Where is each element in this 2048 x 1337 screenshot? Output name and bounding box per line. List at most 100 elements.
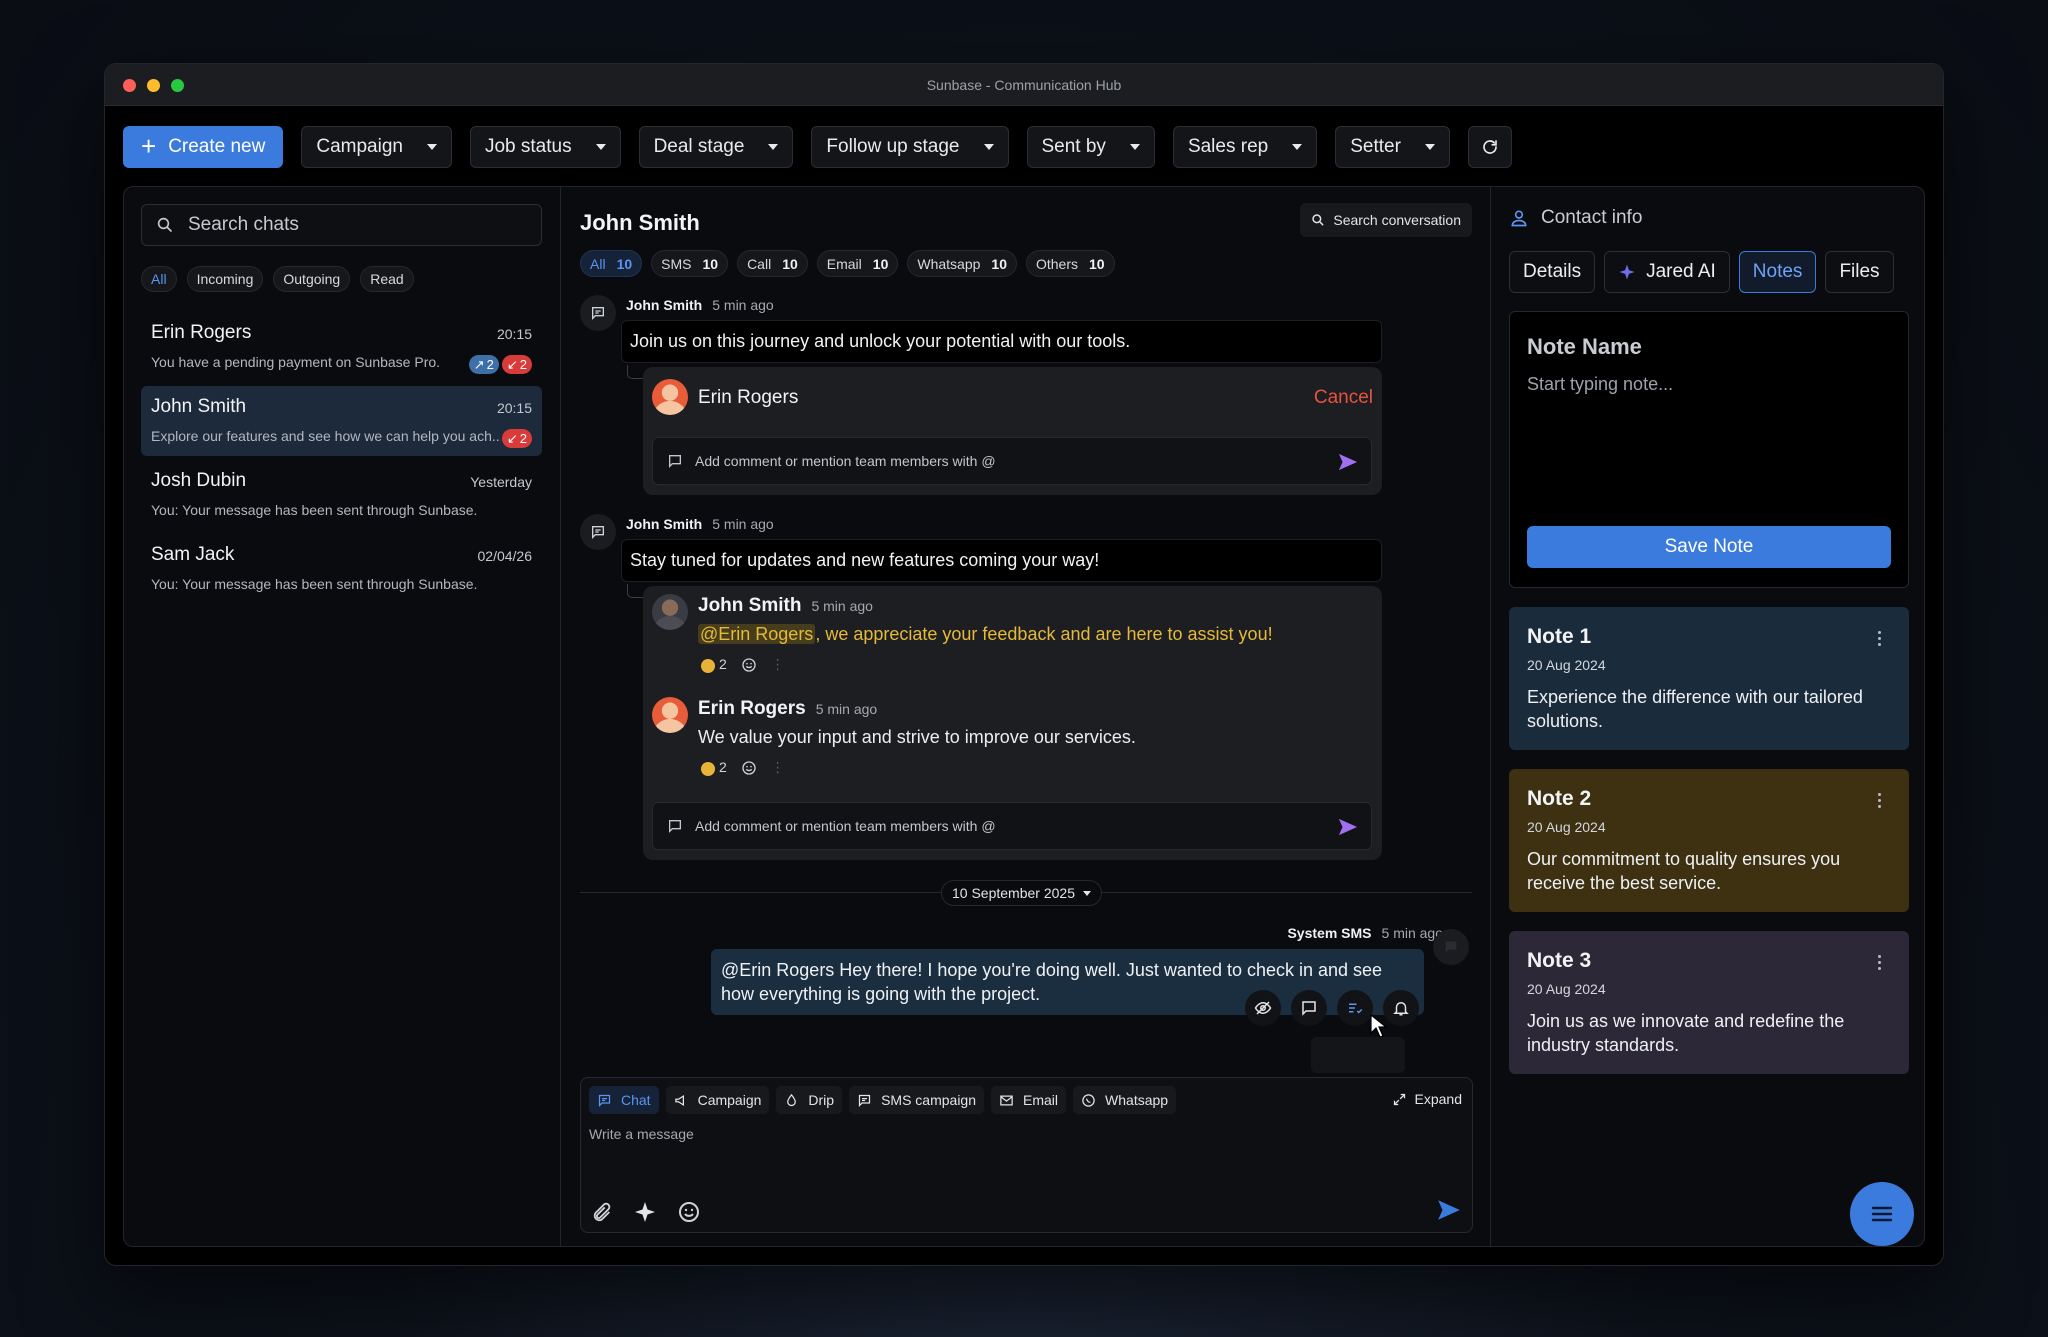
menu-fab-button[interactable]: [1850, 1182, 1914, 1246]
setter-dropdown[interactable]: Setter: [1335, 126, 1450, 168]
reply-text: We value your input and strive to improv…: [698, 727, 1136, 747]
composer-tab-chat[interactable]: Chat: [589, 1086, 659, 1114]
expand-label: Expand: [1414, 1091, 1462, 1107]
caret-down-icon: [1292, 144, 1303, 150]
emoji-icon: [701, 761, 715, 776]
thread-connector: [627, 365, 643, 379]
paperclip-icon[interactable]: [591, 1201, 613, 1223]
message-composer: Chat Campaign Drip SMS campaign Email Wh…: [580, 1077, 1473, 1233]
tab-email[interactable]: Email 10: [816, 250, 899, 277]
search-chats-input[interactable]: Search chats: [141, 204, 542, 246]
save-note-button[interactable]: Save Note: [1527, 526, 1891, 568]
tab-sms[interactable]: SMS 10: [651, 250, 729, 277]
chat-preview: Explore our features and see how we can …: [151, 428, 501, 444]
comment-placeholder: Add comment or mention team members with…: [695, 818, 996, 834]
expand-button[interactable]: Expand: [1392, 1091, 1462, 1107]
dropdown-label: Deal stage: [653, 136, 745, 157]
caret-down-icon: [1129, 144, 1140, 150]
message-author: John Smith: [626, 516, 703, 532]
more-options-icon[interactable]: [1878, 955, 1881, 970]
chat-message-icon: [580, 514, 616, 550]
tab-notes[interactable]: Notes: [1738, 251, 1817, 293]
tab-whatsapp[interactable]: Whatsapp 10: [907, 250, 1017, 277]
reaction-count[interactable]: 2: [701, 759, 727, 776]
comment-input[interactable]: Add comment or mention team members with…: [652, 437, 1372, 485]
sparkle-icon[interactable]: [633, 1200, 657, 1224]
tooltip-placeholder: [1311, 1037, 1405, 1073]
note-date: 20 Aug 2024: [1527, 981, 1606, 997]
filter-all[interactable]: All: [141, 266, 177, 292]
dropdown-label: Job status: [484, 136, 572, 157]
chat-item-john-smith[interactable]: John Smith 20:15 Explore our features an…: [141, 386, 542, 456]
composer-tab-email[interactable]: Email: [991, 1086, 1067, 1114]
comment-input[interactable]: Add comment or mention team members with…: [652, 802, 1372, 850]
sent-by-dropdown[interactable]: Sent by: [1026, 126, 1155, 168]
note-body-input[interactable]: Start typing note...: [1527, 374, 1673, 395]
tab-label: Whatsapp: [917, 255, 981, 272]
caret-down-icon: [1082, 890, 1091, 896]
chat-item-josh-dubin[interactable]: Josh Dubin Yesterday You: Your message h…: [141, 460, 542, 530]
note-card[interactable]: Note 2 20 Aug 2024 Our commitment to qua…: [1509, 769, 1909, 912]
tab-others[interactable]: Others 10: [1025, 250, 1115, 277]
filter-read[interactable]: Read: [360, 266, 414, 292]
composer-tab-whatsapp[interactable]: Whatsapp: [1073, 1086, 1177, 1114]
filter-outgoing[interactable]: Outgoing: [273, 266, 351, 292]
filter-incoming[interactable]: Incoming: [186, 266, 264, 292]
chat-item-erin-rogers[interactable]: Erin Rogers 20:15 You have a pending pay…: [141, 312, 542, 382]
job-status-dropdown[interactable]: Job status: [469, 126, 621, 168]
dropdown-label: Sales rep: [1187, 136, 1269, 157]
search-conversation-button[interactable]: Search conversation: [1300, 203, 1472, 237]
send-icon[interactable]: [1337, 452, 1359, 472]
chat-item-sam-jack[interactable]: Sam Jack 02/04/26 You: Your message has …: [141, 534, 542, 604]
add-reaction-icon[interactable]: [741, 760, 757, 776]
badge-count: 2: [486, 357, 494, 372]
sales-rep-dropdown[interactable]: Sales rep: [1172, 126, 1318, 168]
deal-stage-dropdown[interactable]: Deal stage: [638, 126, 794, 168]
tab-files[interactable]: Files: [1825, 251, 1894, 293]
tab-details[interactable]: Details: [1509, 251, 1596, 293]
chat-time: Yesterday: [470, 474, 532, 490]
more-icon[interactable]: ⋮: [771, 656, 785, 673]
caret-down-icon: [1424, 144, 1435, 150]
comment-button[interactable]: [1291, 990, 1327, 1026]
date-divider[interactable]: 10 September 2025: [941, 880, 1102, 906]
send-icon[interactable]: [1337, 817, 1359, 837]
more-icon[interactable]: ⋮: [771, 759, 785, 776]
mention-tag[interactable]: @Erin Rogers: [698, 624, 816, 644]
emoji-icon[interactable]: [677, 1200, 701, 1224]
send-icon[interactable]: [1436, 1198, 1462, 1222]
refresh-button[interactable]: [1467, 126, 1512, 168]
reply-text-body: , we appreciate your feedback and are he…: [815, 624, 1273, 644]
note-card[interactable]: Note 3 20 Aug 2024 Join us as we innovat…: [1509, 931, 1909, 1074]
note-name-input[interactable]: Note Name: [1527, 334, 1642, 360]
more-options-icon[interactable]: [1878, 793, 1881, 808]
tab-label: Email: [826, 255, 862, 272]
campaign-dropdown[interactable]: Campaign: [301, 126, 452, 168]
follow-up-stage-dropdown[interactable]: Follow up stage: [811, 126, 1009, 168]
note-card[interactable]: Note 1 20 Aug 2024 Experience the differ…: [1509, 607, 1909, 750]
hide-message-button[interactable]: [1245, 990, 1281, 1026]
composer-tab-campaign[interactable]: Campaign: [665, 1086, 770, 1114]
more-options-icon[interactable]: [1878, 631, 1881, 646]
note-editor: Note Name Start typing note... Save Note: [1509, 311, 1909, 588]
add-reaction-icon[interactable]: [741, 657, 757, 673]
arrow-icon: ↙: [506, 430, 518, 446]
message-input[interactable]: Write a message: [589, 1126, 694, 1142]
composer-tab-drip[interactable]: Drip: [776, 1086, 843, 1114]
arrow-icon: ↗: [473, 356, 485, 372]
composer-tab-sms-campaign[interactable]: SMS campaign: [849, 1086, 985, 1114]
tab-all[interactable]: All 10: [580, 250, 643, 277]
tab-call[interactable]: Call 10: [737, 250, 808, 277]
reply-header: John Smith 5 min ago: [698, 595, 873, 617]
message-bubble: Stay tuned for updates and new features …: [621, 539, 1382, 582]
app-window: Sunbase - Communication Hub + Create new…: [104, 63, 1944, 1266]
create-task-button[interactable]: [1337, 990, 1373, 1026]
reaction-number: 2: [719, 759, 727, 776]
reaction-count[interactable]: 2: [701, 656, 727, 673]
reply-author: John Smith: [698, 595, 802, 616]
create-new-button[interactable]: + Create new: [123, 126, 284, 168]
cancel-button[interactable]: Cancel: [1314, 387, 1373, 409]
badge-count: 2: [519, 357, 527, 372]
tab-jared-ai[interactable]: Jared AI: [1604, 251, 1730, 293]
note-title: Note 1: [1527, 625, 1592, 648]
